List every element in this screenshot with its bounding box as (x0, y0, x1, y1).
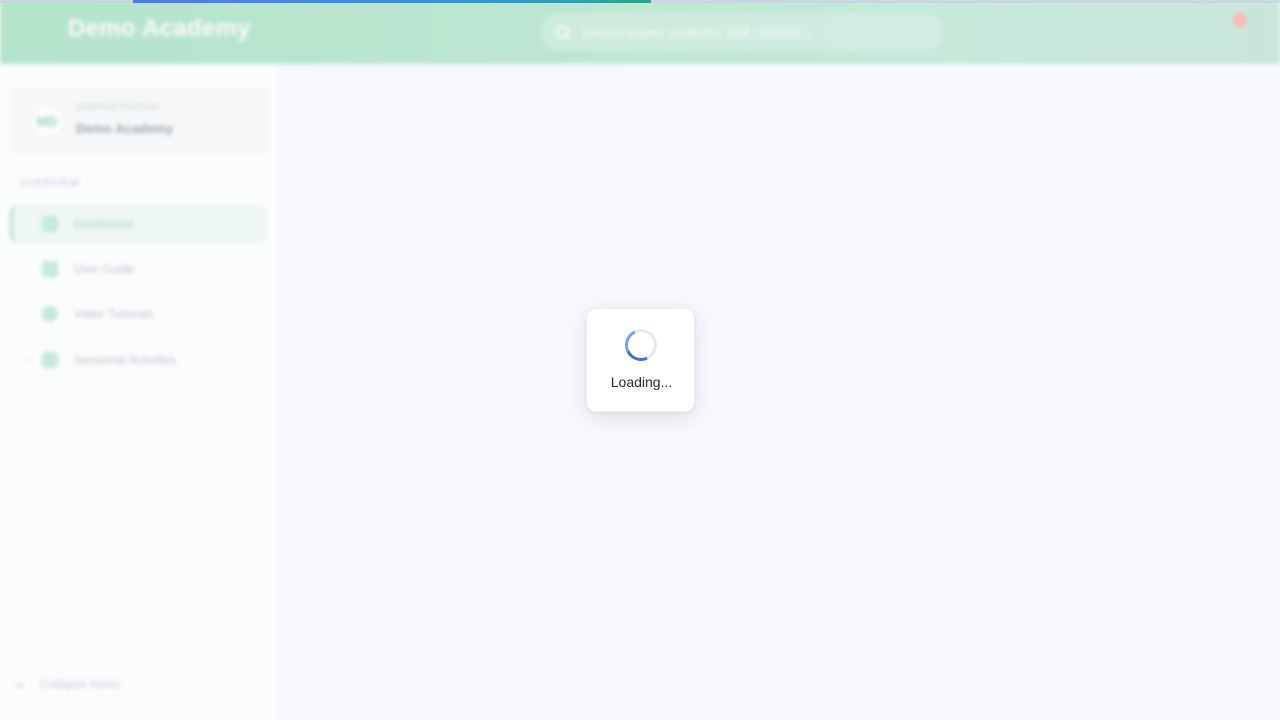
sidebar-item-label: Sessional Activities (74, 353, 177, 367)
sidebar-item-dashboard[interactable]: Dashboard (10, 205, 268, 243)
book-icon (42, 261, 58, 277)
sidebar-section-label: OVERVIEW (20, 178, 81, 189)
loading-text: Loading... (610, 374, 673, 390)
double-chevron-left-icon: « (16, 676, 24, 692)
collapse-menu-label: Collapse menu (39, 677, 120, 691)
search-bar[interactable] (540, 13, 942, 51)
org-name: Demo Academy (76, 121, 174, 136)
sidebar: MD ADMINISTRATION Demo Academy OVERVIEW … (0, 64, 278, 720)
loading-card: Loading... (586, 308, 695, 412)
home-icon (42, 216, 58, 232)
org-card[interactable]: MD ADMINISTRATION Demo Academy (10, 88, 270, 154)
sidebar-item-label: Dashboard (74, 217, 133, 231)
notification-badge[interactable] (1233, 13, 1247, 27)
org-subtitle: ADMINISTRATION (76, 102, 160, 112)
collapse-menu-button[interactable]: « Collapse menu (16, 676, 120, 692)
loading-progress-track (0, 0, 1280, 3)
org-logo: MD (30, 104, 64, 138)
sidebar-item-label: Video Tutorials (74, 307, 154, 321)
top-bar: Demo Academy (0, 0, 1280, 64)
play-circle-icon (42, 306, 58, 322)
sidebar-item-user-guide[interactable]: User Guide (10, 250, 268, 288)
search-icon (556, 25, 570, 39)
brand-title[interactable]: Demo Academy (68, 15, 251, 43)
clipboard-icon (42, 352, 58, 368)
sidebar-item-label: User Guide (74, 262, 135, 276)
chevron-right-icon: › (26, 354, 30, 365)
sidebar-item-video-tutorials[interactable]: Video Tutorials (10, 295, 268, 333)
loading-progress-fill (133, 0, 652, 3)
search-input[interactable] (582, 24, 902, 40)
sidebar-item-sessional-activities[interactable]: › Sessional Activities (10, 341, 268, 379)
spinner-icon (620, 324, 662, 366)
